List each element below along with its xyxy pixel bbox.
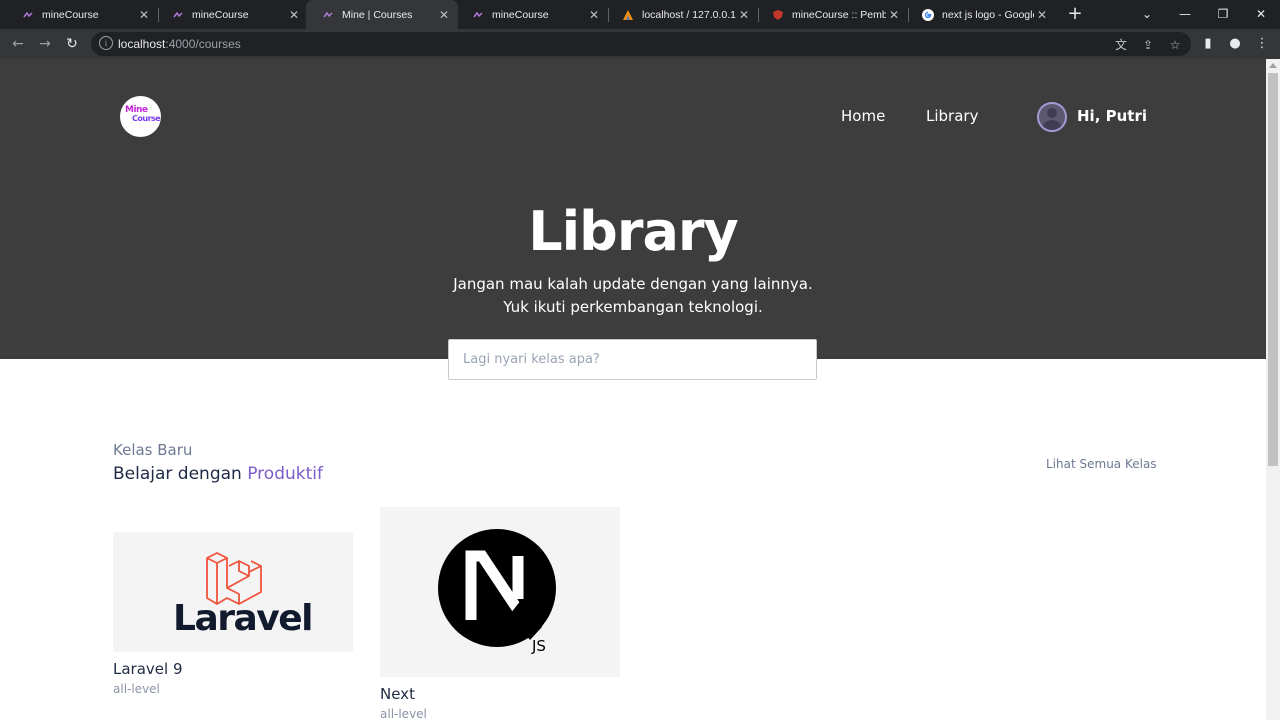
tab-search-chevron-icon[interactable]: ⌄ (1128, 0, 1166, 29)
logo-text-line2: Course (132, 114, 161, 123)
close-icon[interactable]: ✕ (1034, 8, 1050, 22)
minecourse-favicon-icon (22, 9, 34, 21)
nav-home-link[interactable]: Home (841, 107, 885, 125)
browser-tab[interactable]: mineCourse :: Pembel ✕ (756, 0, 908, 29)
user-avatar[interactable] (1037, 102, 1067, 132)
scrollbar-thumb[interactable] (1268, 73, 1278, 466)
browser-tab-title: mineCourse :: Pembel (792, 8, 886, 21)
hero-section: Mine Course Home Library Hi, Putri Libra… (0, 59, 1266, 359)
minecourse-logo[interactable]: Mine Course (120, 96, 161, 137)
phpmyadmin-favicon-icon (622, 9, 634, 21)
browser-tab-title: next js logo - Google (942, 8, 1034, 21)
shield-favicon-icon (772, 9, 784, 21)
reload-icon[interactable]: ↻ (62, 34, 82, 54)
browser-tab-title: localhost / 127.0.0.1 / (642, 8, 736, 21)
page-title: Library (528, 200, 738, 263)
course-search-input[interactable] (448, 339, 817, 380)
hero-subtitle-line: Yuk ikuti perkembangan teknologi. (503, 298, 763, 316)
minecourse-favicon-icon (472, 9, 484, 21)
browser-tab[interactable]: localhost / 127.0.0.1 / ✕ (606, 0, 758, 29)
browser-tab[interactable]: mineCourse ✕ (6, 0, 158, 29)
course-name[interactable]: Next (380, 685, 415, 703)
close-icon[interactable]: ✕ (736, 8, 752, 22)
browser-tab-bar: mineCourse ✕ mineCourse ✕ Mine | Courses… (0, 0, 1280, 29)
hero-subtitle: Jangan mau kalah update dengan yang lain… (0, 273, 1266, 319)
page-content: Mine Course Home Library Hi, Putri Libra… (0, 59, 1266, 721)
browser-tab[interactable]: next js logo - Google ✕ (906, 0, 1056, 29)
course-name[interactable]: Laravel 9 (113, 660, 183, 678)
menu-kebab-icon[interactable]: ⋮ (1253, 35, 1271, 53)
browser-tab-title: mineCourse (192, 8, 249, 21)
profile-icon[interactable]: ● (1226, 35, 1244, 53)
browser-tab-title: mineCourse (492, 8, 549, 21)
bookmark-star-icon[interactable]: ☆ (1167, 37, 1183, 53)
forward-arrow-icon[interactable]: → (35, 34, 55, 54)
close-icon[interactable]: ✕ (286, 8, 302, 22)
see-all-classes-link[interactable]: Lihat Semua Kelas (1046, 457, 1157, 471)
google-favicon-icon (922, 8, 934, 21)
side-panel-icon[interactable]: ▮ (1199, 35, 1217, 53)
user-greeting[interactable]: Hi, Putri (1077, 107, 1147, 125)
back-arrow-icon[interactable]: ← (8, 34, 28, 54)
share-icon[interactable]: ⇪ (1140, 37, 1156, 53)
nextjs-suffix-label: JS (532, 637, 546, 655)
course-level: all-level (113, 682, 160, 696)
browser-tab-title: Mine | Courses (342, 8, 413, 21)
course-thumbnail-next[interactable]: JS (380, 507, 620, 677)
close-icon[interactable]: ✕ (436, 8, 452, 22)
browser-tab-active[interactable]: Mine | Courses ✕ (306, 0, 458, 29)
section-kicker: Kelas Baru (113, 441, 193, 459)
page-scrollbar[interactable] (1266, 59, 1280, 720)
hero-subtitle-line: Jangan mau kalah update dengan yang lain… (453, 275, 813, 293)
restore-icon[interactable]: ❐ (1204, 0, 1242, 29)
browser-toolbar: ← → ↻ i localhost:4000/courses 文 ⇪ ☆ ▮ ●… (0, 29, 1280, 59)
close-icon[interactable]: ✕ (886, 8, 902, 22)
browser-tab-title: mineCourse (42, 8, 99, 21)
section-title-accent: Produktif (247, 464, 323, 484)
nextjs-logo-icon (438, 529, 556, 647)
browser-tab[interactable]: mineCourse ✕ (456, 0, 608, 29)
new-tab-plus-icon[interactable]: + (1064, 3, 1086, 25)
nav-library-link[interactable]: Library (926, 107, 978, 125)
course-level: all-level (380, 707, 427, 721)
minecourse-favicon-icon (322, 9, 334, 21)
minecourse-favicon-icon (172, 9, 184, 21)
minimize-icon[interactable]: — (1166, 0, 1204, 29)
address-bar[interactable]: i localhost:4000/courses 文 ⇪ ☆ (91, 32, 1191, 56)
translate-icon[interactable]: 文 (1113, 37, 1129, 53)
course-thumbnail-laravel[interactable]: Laravel (113, 532, 353, 652)
section-title: Belajar dengan Produktif (113, 464, 323, 484)
window-close-icon[interactable]: ✕ (1242, 0, 1280, 29)
laravel-wordmark: Laravel (173, 598, 314, 639)
avatar-body-shape (1042, 120, 1062, 130)
avatar-head-shape (1047, 108, 1057, 118)
close-icon[interactable]: ✕ (586, 8, 602, 22)
address-url[interactable]: localhost:4000/courses (118, 37, 241, 51)
scroll-up-arrow-icon[interactable] (1269, 63, 1277, 68)
close-icon[interactable]: ✕ (136, 8, 152, 22)
site-info-icon[interactable]: i (99, 36, 113, 50)
browser-tab[interactable]: mineCourse ✕ (156, 0, 308, 29)
